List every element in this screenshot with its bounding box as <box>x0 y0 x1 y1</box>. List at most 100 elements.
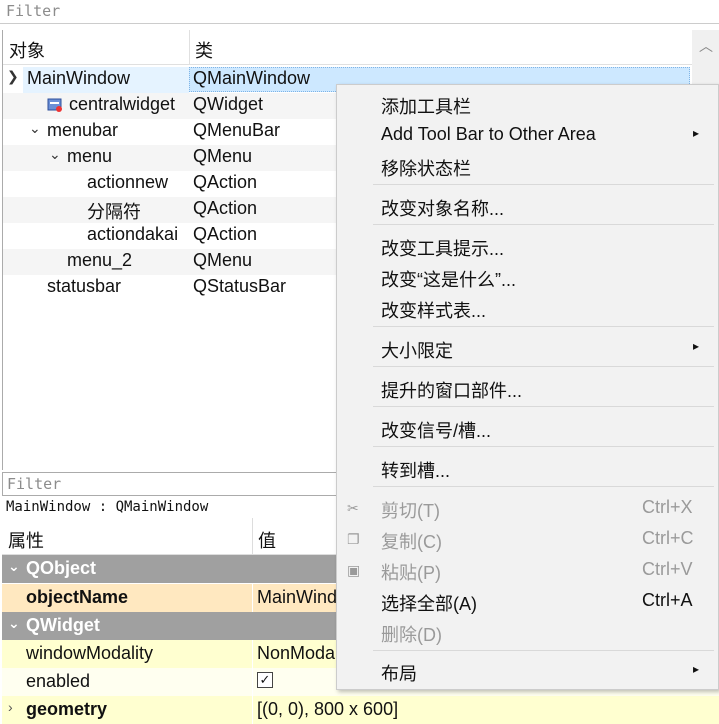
menu-separator <box>373 446 714 447</box>
menu-item-change-signals-slots[interactable]: 改变信号/槽... <box>337 413 718 443</box>
scissors-icon: ✂ <box>347 500 359 516</box>
menu-item-label: 粘贴(P) <box>381 563 441 583</box>
object-name: MainWindow <box>27 68 131 88</box>
collapse-arrow-icon[interactable]: ⌄ <box>8 558 20 575</box>
object-name: centralwidget <box>69 94 176 114</box>
menu-item-add-toolbar-other-area[interactable]: Add Tool Bar to Other Area ▸ <box>337 120 718 150</box>
object-filter-input[interactable]: Filter <box>0 0 719 24</box>
object-name: menubar <box>47 120 119 140</box>
menu-item-label: 转到槽... <box>381 461 451 481</box>
object-class: QMenu <box>193 250 253 270</box>
expand-arrow-icon[interactable]: ⌄ <box>49 146 63 166</box>
header-property[interactable]: 属性 <box>8 527 44 553</box>
menu-item-add-toolbar[interactable]: 添加工具栏 <box>337 89 718 119</box>
submenu-arrow-icon: ▸ <box>693 662 700 676</box>
paste-icon: ▣ <box>347 562 361 578</box>
object-class: QMenuBar <box>193 120 281 140</box>
prop-key: objectName <box>26 587 129 607</box>
menu-item-select-all[interactable]: 选择全部(A) Ctrl+A <box>337 586 718 616</box>
menu-item-change-tooltip[interactable]: 改变工具提示... <box>337 231 718 261</box>
menu-item-shortcut: Ctrl+V <box>642 559 693 579</box>
menu-item-shortcut: Ctrl+C <box>642 528 694 548</box>
object-name: menu <box>67 146 113 166</box>
menu-item-remove-statusbar[interactable]: 移除状态栏 <box>337 151 718 181</box>
menu-item-change-object-name[interactable]: 改变对象名称... <box>337 191 718 221</box>
menu-item-label: 删除(D) <box>381 625 442 645</box>
group-label: QObject <box>26 558 97 578</box>
object-name: menu_2 <box>67 250 133 270</box>
object-class: QMainWindow <box>193 68 311 88</box>
tree-header: 对象 类 <box>3 30 693 65</box>
header-value[interactable]: 值 <box>258 527 276 553</box>
object-name: actiondakai <box>87 224 179 244</box>
object-class: QWidget <box>193 94 264 114</box>
header-object[interactable]: 对象 <box>9 37 45 63</box>
context-menu: 添加工具栏 Add Tool Bar to Other Area ▸ 移除状态栏… <box>336 84 719 690</box>
menu-item-label: 添加工具栏 <box>381 97 471 117</box>
menu-item-label: 提升的窗口部件... <box>381 381 523 401</box>
expand-arrow-icon[interactable]: ❯ <box>7 68 21 88</box>
object-class: QMenu <box>193 146 253 166</box>
menu-item-label: 改变“这是什么”... <box>381 270 516 290</box>
menu-item-shortcut: Ctrl+A <box>642 590 693 610</box>
prop-value[interactable]: [(0, 0), 800 x 600] <box>257 699 398 720</box>
object-class: QAction <box>193 224 258 244</box>
menu-item-go-to-slot[interactable]: 转到槽... <box>337 453 718 483</box>
menu-separator <box>373 326 714 327</box>
cell-divider <box>252 640 253 668</box>
collapse-arrow-icon[interactable]: ⌄ <box>8 615 20 632</box>
group-label: QWidget <box>26 615 100 635</box>
prop-row-geometry[interactable]: › geometry [(0, 0), 800 x 600] <box>2 696 719 724</box>
menu-item-label: 剪切(T) <box>381 501 440 521</box>
object-class: QStatusBar <box>193 276 287 296</box>
prop-key: enabled <box>26 671 91 691</box>
menu-item-label: 改变样式表... <box>381 301 487 321</box>
object-class: QAction <box>193 198 258 218</box>
menu-item-label: 选择全部(A) <box>381 594 477 614</box>
prop-value[interactable]: MainWind <box>257 587 337 608</box>
menu-separator <box>373 224 714 225</box>
header-class[interactable]: 类 <box>195 37 213 63</box>
menu-item-label: 移除状态栏 <box>381 159 471 179</box>
menu-item-label: 改变对象名称... <box>381 199 505 219</box>
menu-item-copy[interactable]: ❐ 复制(C) Ctrl+C <box>337 524 718 554</box>
prop-key: windowModality <box>26 643 154 663</box>
menu-item-label: 改变信号/槽... <box>381 421 492 441</box>
menu-item-label: Add Tool Bar to Other Area <box>381 124 596 144</box>
prop-key: geometry <box>26 699 108 719</box>
expand-arrow-icon[interactable]: ⌄ <box>29 120 43 140</box>
menu-item-shortcut: Ctrl+X <box>642 497 693 517</box>
object-class: QAction <box>193 172 258 192</box>
menu-separator <box>373 650 714 651</box>
widget-icon <box>47 97 63 113</box>
menu-separator <box>373 406 714 407</box>
cell-divider <box>252 668 253 696</box>
menu-item-change-whats-this[interactable]: 改变“这是什么”... <box>337 262 718 292</box>
menu-separator <box>373 184 714 185</box>
prop-value[interactable]: NonModa <box>257 643 335 664</box>
submenu-arrow-icon: ▸ <box>693 339 700 353</box>
menu-item-paste[interactable]: ▣ 粘贴(P) Ctrl+V <box>337 555 718 585</box>
cell-divider <box>252 584 253 612</box>
column-divider <box>189 30 190 64</box>
object-name: actionnew <box>87 172 169 192</box>
menu-item-label: 复制(C) <box>381 532 442 552</box>
menu-item-label: 大小限定 <box>381 341 453 361</box>
object-name: 分隔符 <box>87 202 141 222</box>
menu-item-label: 布局 <box>381 664 417 684</box>
menu-item-promoted-widgets[interactable]: 提升的窗口部件... <box>337 373 718 403</box>
menu-separator <box>373 366 714 367</box>
enabled-checkbox[interactable]: ✓ <box>257 672 273 688</box>
menu-item-layout[interactable]: 布局 ▸ <box>337 656 718 686</box>
submenu-arrow-icon: ▸ <box>693 126 700 140</box>
cell-divider <box>252 696 253 724</box>
chevron-up-icon[interactable]: ︿ <box>699 36 713 56</box>
menu-item-cut[interactable]: ✂ 剪切(T) Ctrl+X <box>337 493 718 523</box>
object-name: statusbar <box>47 276 122 296</box>
column-divider <box>252 518 253 554</box>
menu-item-size-constraints[interactable]: 大小限定 ▸ <box>337 333 718 363</box>
copy-icon: ❐ <box>347 531 360 547</box>
menu-item-delete[interactable]: 删除(D) <box>337 617 718 647</box>
menu-item-label: 改变工具提示... <box>381 239 505 259</box>
menu-item-change-stylesheet[interactable]: 改变样式表... <box>337 293 718 323</box>
